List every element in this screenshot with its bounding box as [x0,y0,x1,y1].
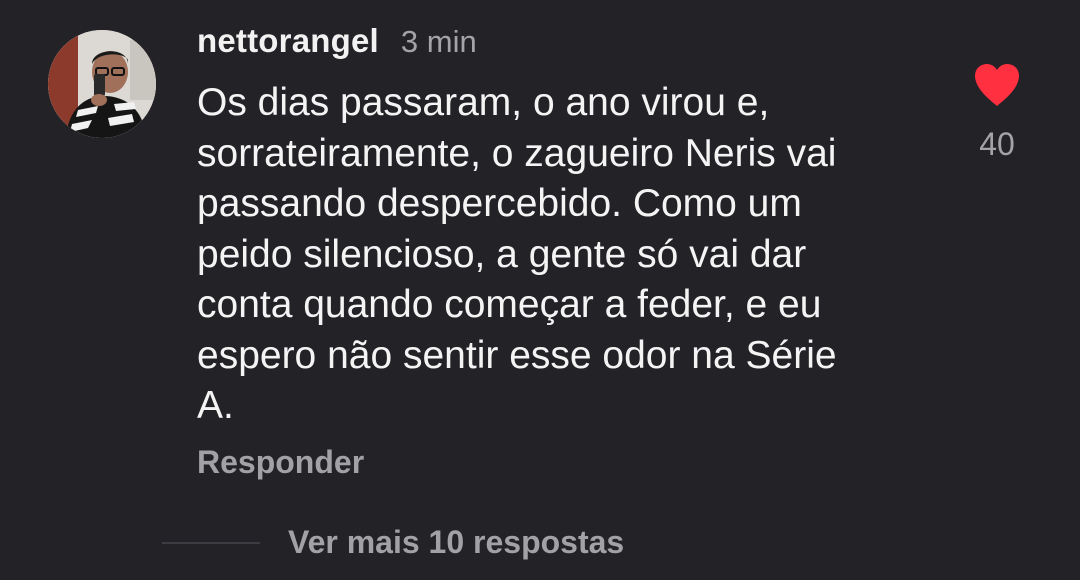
comment-text-line: espero não sentir esse odor na Série [197,333,837,377]
comment-text-line: sorrateiramente, o zagueiro Neris vai [197,131,837,175]
comment-text-line: Os dias passaram, o ano virou e, [197,81,770,124]
comment-header: nettorangel 3 min [197,22,477,66]
view-more-replies-button[interactable]: Ver mais 10 respostas [162,524,624,561]
avatar[interactable] [48,30,156,138]
view-more-replies-label: Ver mais 10 respostas [288,524,625,560]
comment-text: Os dias passaram, o ano virou e, sorrate… [197,78,927,432]
reply-button[interactable]: Responder [197,444,364,481]
timestamp: 3 min [400,24,477,59]
like-count: 40 [979,126,1015,162]
like-section: 40 [960,62,1034,163]
comment-text-line: peido silencioso, a gente só vai dar [197,232,807,276]
username[interactable]: nettorangel [197,22,379,60]
avatar-photo [48,30,156,138]
comment-text-line: conta quando começar a feder, e eu [197,283,822,326]
replies-divider-line [162,541,260,544]
comment-text-line: A. [197,384,234,427]
heart-icon[interactable] [972,62,1022,108]
comment-text-line: passando despercebido. Como um [197,182,802,225]
